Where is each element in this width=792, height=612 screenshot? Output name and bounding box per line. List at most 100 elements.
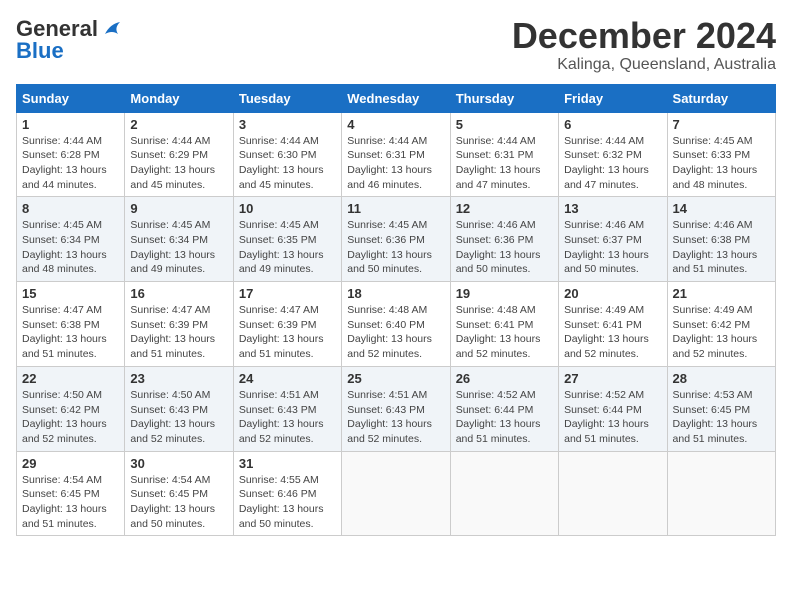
day-info: Sunrise: 4:46 AMSunset: 6:37 PMDaylight:…	[564, 218, 661, 277]
day-number: 26	[456, 371, 553, 386]
day-number: 4	[347, 117, 444, 132]
calendar-day-cell: 3 Sunrise: 4:44 AMSunset: 6:30 PMDaylight…	[233, 112, 341, 197]
calendar-day-cell: 14Sunrise: 4:46 AMSunset: 6:38 PMDayligh…	[667, 197, 775, 282]
day-info: Sunrise: 4:48 AMSunset: 6:40 PMDaylight:…	[347, 303, 444, 362]
calendar-week-row: 8 Sunrise: 4:45 AMSunset: 6:34 PMDaylight…	[17, 197, 776, 282]
day-number: 14	[673, 201, 770, 216]
col-friday: Friday	[559, 84, 667, 112]
calendar-day-cell: 13 Sunrise: 4:46 AMSunset: 6:37 PMDayligh…	[559, 197, 667, 282]
day-info: Sunrise: 4:44 AMSunset: 6:32 PMDaylight:…	[564, 134, 661, 193]
calendar-day-cell: 18 Sunrise: 4:48 AMSunset: 6:40 PMDayligh…	[342, 282, 450, 367]
day-info: Sunrise: 4:44 AMSunset: 6:28 PMDaylight:…	[22, 134, 119, 193]
day-number: 5	[456, 117, 553, 132]
calendar-day-cell: 11Sunrise: 4:45 AMSunset: 6:36 PMDayligh…	[342, 197, 450, 282]
day-info: Sunrise: 4:47 AMSunset: 6:39 PMDaylight:…	[130, 303, 227, 362]
day-info: Sunrise: 4:54 AMSunset: 6:45 PMDaylight:…	[22, 473, 119, 532]
day-number: 24	[239, 371, 336, 386]
day-info: Sunrise: 4:53 AMSunset: 6:45 PMDaylight:…	[673, 388, 770, 447]
calendar-day-cell: 6 Sunrise: 4:44 AMSunset: 6:32 PMDaylight…	[559, 112, 667, 197]
month-title: December 2024	[512, 16, 776, 56]
calendar-day-cell: 15 Sunrise: 4:47 AMSunset: 6:38 PMDayligh…	[17, 282, 125, 367]
logo-bird-icon	[100, 20, 122, 38]
day-number: 6	[564, 117, 661, 132]
calendar-day-cell: 17 Sunrise: 4:47 AMSunset: 6:39 PMDayligh…	[233, 282, 341, 367]
day-info: Sunrise: 4:46 AMSunset: 6:36 PMDaylight:…	[456, 218, 553, 277]
calendar-day-cell: 25 Sunrise: 4:51 AMSunset: 6:43 PMDayligh…	[342, 366, 450, 451]
calendar-week-row: 29 Sunrise: 4:54 AMSunset: 6:45 PMDayligh…	[17, 451, 776, 536]
day-info: Sunrise: 4:51 AMSunset: 6:43 PMDaylight:…	[347, 388, 444, 447]
col-thursday: Thursday	[450, 84, 558, 112]
day-number: 20	[564, 286, 661, 301]
day-info: Sunrise: 4:45 AMSunset: 6:36 PMDaylight:…	[347, 218, 444, 277]
day-info: Sunrise: 4:44 AMSunset: 6:30 PMDaylight:…	[239, 134, 336, 193]
day-info: Sunrise: 4:44 AMSunset: 6:29 PMDaylight:…	[130, 134, 227, 193]
day-info: Sunrise: 4:44 AMSunset: 6:31 PMDaylight:…	[347, 134, 444, 193]
day-number: 16	[130, 286, 227, 301]
day-info: Sunrise: 4:47 AMSunset: 6:38 PMDaylight:…	[22, 303, 119, 362]
calendar-day-cell: 19 Sunrise: 4:48 AMSunset: 6:41 PMDayligh…	[450, 282, 558, 367]
day-number: 12	[456, 201, 553, 216]
day-number: 7	[673, 117, 770, 132]
calendar-table: Sunday Monday Tuesday Wednesday Thursday…	[16, 84, 776, 537]
day-number: 3	[239, 117, 336, 132]
calendar-day-cell: 27Sunrise: 4:52 AMSunset: 6:44 PMDayligh…	[559, 366, 667, 451]
day-info: Sunrise: 4:54 AMSunset: 6:45 PMDaylight:…	[130, 473, 227, 532]
day-info: Sunrise: 4:49 AMSunset: 6:42 PMDaylight:…	[673, 303, 770, 362]
day-number: 28	[673, 371, 770, 386]
calendar-day-cell: 2 Sunrise: 4:44 AMSunset: 6:29 PMDaylight…	[125, 112, 233, 197]
header-row: Sunday Monday Tuesday Wednesday Thursday…	[17, 84, 776, 112]
calendar-day-cell: 21 Sunrise: 4:49 AMSunset: 6:42 PMDayligh…	[667, 282, 775, 367]
day-number: 10	[239, 201, 336, 216]
calendar-week-row: 22Sunrise: 4:50 AMSunset: 6:42 PMDayligh…	[17, 366, 776, 451]
day-info: Sunrise: 4:52 AMSunset: 6:44 PMDaylight:…	[564, 388, 661, 447]
calendar-week-row: 1Sunrise: 4:44 AMSunset: 6:28 PMDaylight…	[17, 112, 776, 197]
calendar-day-cell: 30 Sunrise: 4:54 AMSunset: 6:45 PMDayligh…	[125, 451, 233, 536]
day-info: Sunrise: 4:45 AMSunset: 6:33 PMDaylight:…	[673, 134, 770, 193]
calendar-day-cell: 23Sunrise: 4:50 AMSunset: 6:43 PMDayligh…	[125, 366, 233, 451]
col-wednesday: Wednesday	[342, 84, 450, 112]
calendar-day-cell: 5 Sunrise: 4:44 AMSunset: 6:31 PMDaylight…	[450, 112, 558, 197]
calendar-day-cell: 20Sunrise: 4:49 AMSunset: 6:41 PMDayligh…	[559, 282, 667, 367]
header: General Blue December 2024 Kalinga, Quee…	[16, 16, 776, 74]
calendar-day-cell: 12 Sunrise: 4:46 AMSunset: 6:36 PMDayligh…	[450, 197, 558, 282]
day-number: 2	[130, 117, 227, 132]
calendar-day-cell: 26 Sunrise: 4:52 AMSunset: 6:44 PMDayligh…	[450, 366, 558, 451]
day-number: 29	[22, 456, 119, 471]
calendar-day-cell	[450, 451, 558, 536]
day-info: Sunrise: 4:55 AMSunset: 6:46 PMDaylight:…	[239, 473, 336, 532]
day-info: Sunrise: 4:51 AMSunset: 6:43 PMDaylight:…	[239, 388, 336, 447]
day-number: 13	[564, 201, 661, 216]
calendar-body: 1Sunrise: 4:44 AMSunset: 6:28 PMDaylight…	[17, 112, 776, 536]
calendar-day-cell: 28 Sunrise: 4:53 AMSunset: 6:45 PMDayligh…	[667, 366, 775, 451]
day-number: 25	[347, 371, 444, 386]
day-info: Sunrise: 4:44 AMSunset: 6:31 PMDaylight:…	[456, 134, 553, 193]
logo: General Blue	[16, 16, 122, 64]
calendar-day-cell: 22Sunrise: 4:50 AMSunset: 6:42 PMDayligh…	[17, 366, 125, 451]
calendar-day-cell: 29 Sunrise: 4:54 AMSunset: 6:45 PMDayligh…	[17, 451, 125, 536]
day-number: 22	[22, 371, 119, 386]
day-info: Sunrise: 4:50 AMSunset: 6:43 PMDaylight:…	[130, 388, 227, 447]
day-info: Sunrise: 4:47 AMSunset: 6:39 PMDaylight:…	[239, 303, 336, 362]
day-number: 15	[22, 286, 119, 301]
day-number: 8	[22, 201, 119, 216]
calendar-day-cell: 9 Sunrise: 4:45 AMSunset: 6:34 PMDaylight…	[125, 197, 233, 282]
day-info: Sunrise: 4:45 AMSunset: 6:34 PMDaylight:…	[130, 218, 227, 277]
title-area: December 2024 Kalinga, Queensland, Austr…	[512, 16, 776, 74]
day-info: Sunrise: 4:48 AMSunset: 6:41 PMDaylight:…	[456, 303, 553, 362]
day-number: 30	[130, 456, 227, 471]
day-number: 17	[239, 286, 336, 301]
day-info: Sunrise: 4:52 AMSunset: 6:44 PMDaylight:…	[456, 388, 553, 447]
calendar-day-cell	[342, 451, 450, 536]
col-monday: Monday	[125, 84, 233, 112]
day-number: 9	[130, 201, 227, 216]
calendar-day-cell: 1Sunrise: 4:44 AMSunset: 6:28 PMDaylight…	[17, 112, 125, 197]
calendar-day-cell: 16 Sunrise: 4:47 AMSunset: 6:39 PMDayligh…	[125, 282, 233, 367]
col-sunday: Sunday	[17, 84, 125, 112]
day-number: 19	[456, 286, 553, 301]
day-number: 18	[347, 286, 444, 301]
day-number: 21	[673, 286, 770, 301]
calendar-day-cell: 8Sunrise: 4:45 AMSunset: 6:34 PMDaylight…	[17, 197, 125, 282]
day-info: Sunrise: 4:45 AMSunset: 6:35 PMDaylight:…	[239, 218, 336, 277]
calendar-day-cell: 7 Sunrise: 4:45 AMSunset: 6:33 PMDaylight…	[667, 112, 775, 197]
col-tuesday: Tuesday	[233, 84, 341, 112]
